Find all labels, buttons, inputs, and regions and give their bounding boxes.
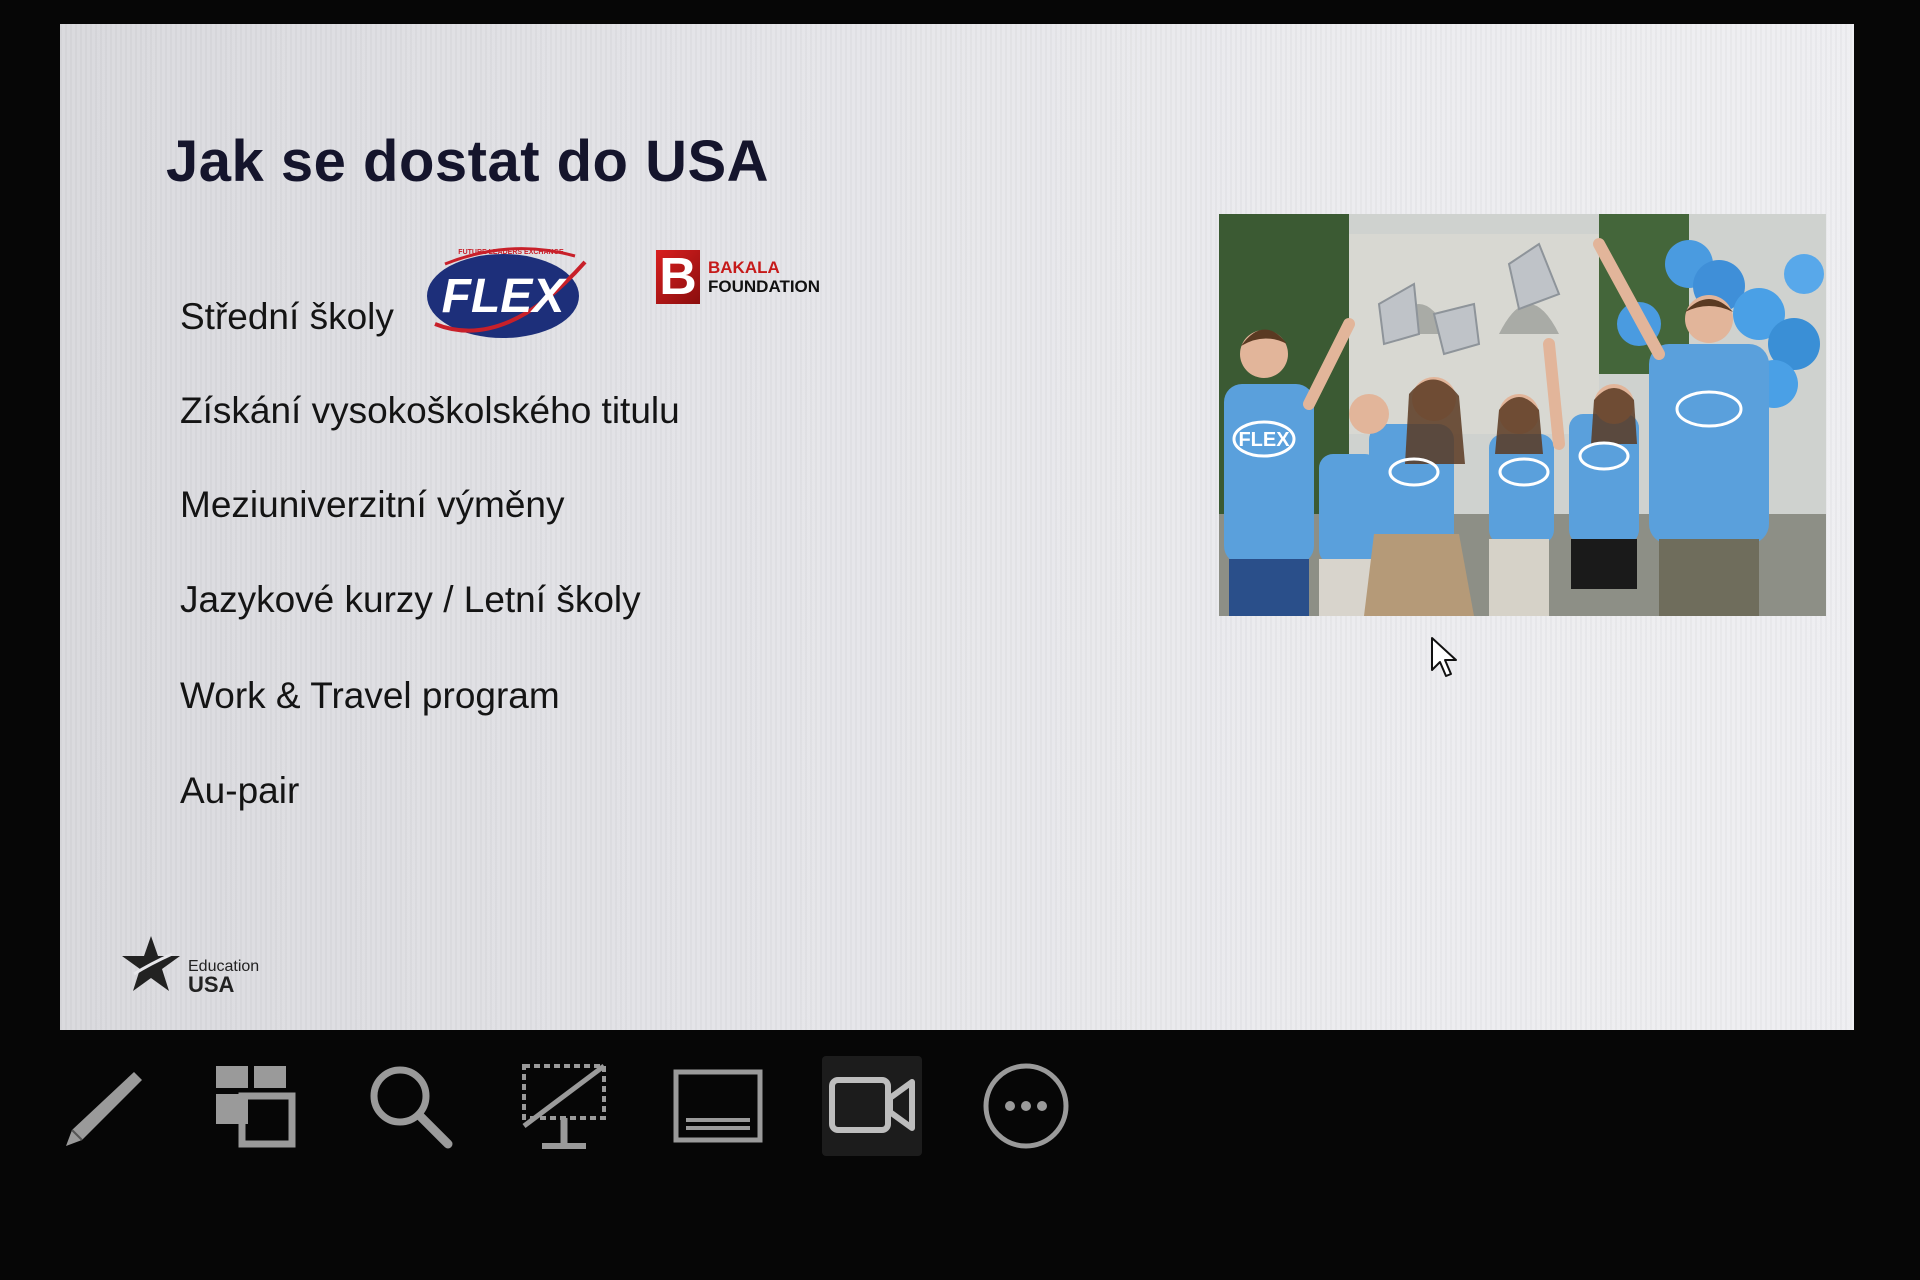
mouse-cursor-icon	[1431, 637, 1457, 677]
list-item-university-exchanges: Meziuniverzitní výměny	[180, 484, 565, 525]
education-usa-line2: USA	[188, 972, 235, 997]
bakala-line2: FOUNDATION	[708, 277, 821, 296]
all-slides-icon	[216, 1066, 296, 1148]
photo-shirt-text: FLEX	[1238, 429, 1290, 451]
flex-logo-text: FLEX	[442, 270, 568, 323]
education-usa-logo: Education USA	[120, 934, 259, 997]
zoom-icon	[370, 1066, 453, 1149]
bakala-foundation-logo: B BAKALA FOUNDATION	[656, 250, 820, 304]
slide-title: Jak se dostat do USA	[166, 129, 770, 194]
pen-tool-button[interactable]	[52, 1056, 152, 1156]
camera-icon	[829, 1077, 915, 1133]
subtitles-icon	[673, 1069, 763, 1143]
black-screen-icon	[522, 1064, 606, 1149]
flex-logo-arc-text: FUTURE LEADERS EXCHANGE	[458, 249, 564, 256]
bakala-line1: BAKALA	[708, 258, 780, 277]
more-options-icon	[983, 1063, 1069, 1149]
see-all-slides-button[interactable]	[206, 1056, 306, 1156]
list-item-au-pair: Au-pair	[180, 770, 300, 811]
list-item-secondary-schools: Střední školy	[180, 296, 394, 337]
zoom-button[interactable]	[360, 1056, 460, 1156]
more-options-button[interactable]	[976, 1056, 1076, 1156]
black-screen-button[interactable]	[514, 1056, 614, 1156]
bakala-letter: B	[656, 250, 700, 304]
presenter-toolbar	[52, 1056, 1152, 1166]
list-item-work-travel: Work & Travel program	[180, 675, 560, 716]
list-item-university-degree: Získání vysokoškolského titulu	[180, 390, 680, 431]
flex-logo: FLEX FUTURE LEADERS EXCHANGE	[427, 247, 587, 338]
pen-icon	[66, 1072, 142, 1146]
subtitles-button[interactable]	[668, 1056, 768, 1156]
star-icon	[122, 936, 180, 991]
camera-button[interactable]	[822, 1056, 922, 1156]
flex-students-photo: FLEX	[1219, 214, 1826, 616]
slide: Jak se dostat do USA Střední školy Získá…	[60, 24, 1854, 1030]
list-item-language-courses: Jazykové kurzy / Letní školy	[180, 579, 641, 620]
